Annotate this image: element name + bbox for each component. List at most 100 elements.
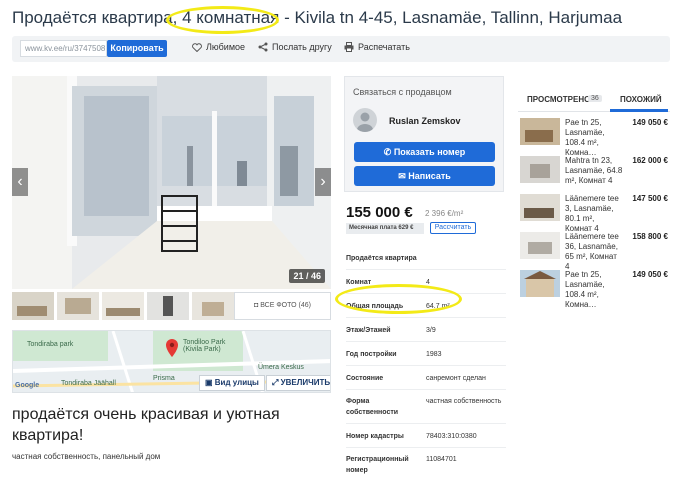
listing-text: Pae tn 25, Lasnamäe, 108.4 m², Комна…: [565, 270, 605, 309]
list-item[interactable]: Läänemere tee 3, Lasnamäe, 80.1 m², Комн…: [520, 194, 670, 233]
tab-viewed[interactable]: ПРОСМОТРЕНО: [527, 95, 590, 104]
listing-thumbnail: [520, 194, 560, 221]
url-field[interactable]: www.kv.ee/ru/3747508: [20, 40, 107, 57]
listing-price: 158 800 €: [632, 232, 668, 241]
street-view-icon: ▣: [205, 378, 215, 387]
price: 155 000 €: [346, 204, 413, 221]
tab-viewed-count: 36: [588, 95, 602, 102]
map-label: Tondiraba Jäähall: [61, 380, 116, 387]
show-number-button[interactable]: ✆ Показать номер: [354, 142, 495, 162]
title-part-1: Продаётся квартира,: [12, 8, 178, 27]
table-row: Состояние санремонт сделан: [346, 366, 506, 390]
copy-button[interactable]: Копировать: [107, 40, 167, 57]
detail-key: Год постройки: [346, 351, 397, 358]
listing-price: 149 050 €: [632, 270, 668, 279]
detail-value: 11084701: [426, 456, 457, 463]
map-label: Prisma: [153, 375, 175, 382]
table-row: Номер кадастры 78403:310:0380: [346, 424, 506, 448]
mail-icon: ✉: [398, 171, 409, 181]
zoom-icon: ⤢: [272, 378, 281, 387]
detail-value: санремонт сделан: [426, 375, 486, 382]
detail-key: Номер кадастры: [346, 433, 404, 440]
listing-thumbnail: [520, 270, 560, 297]
toolbar: www.kv.ee/ru/3747508 Копировать Любимое …: [12, 36, 670, 62]
all-photos-button[interactable]: ◘ ВСЕ ФОТО (46): [234, 292, 331, 320]
list-item[interactable]: Läänemere tee 36, Lasnamäe, 65 m², Комна…: [520, 232, 670, 271]
chevron-right-icon: ›: [320, 173, 326, 190]
detail-key: Состояние: [346, 375, 384, 382]
user-icon: [357, 112, 373, 132]
list-item[interactable]: Mahtra tn 23, Lasnamäe, 64.8 m², Комнат …: [520, 156, 670, 192]
thumbnail[interactable]: [12, 292, 54, 320]
listing-price: 162 000 €: [632, 156, 668, 165]
write-button[interactable]: ✉ Написать: [354, 166, 495, 186]
detail-key: Регистрационный номер: [346, 456, 409, 474]
all-photos-label: ВСЕ ФОТО: [260, 302, 297, 309]
write-label: Написать: [408, 171, 451, 181]
table-row: Этаж/Этажей 3/9: [346, 318, 506, 342]
send-label: Послать другу: [272, 42, 332, 52]
price-per-m2: 2 396 €/m²: [425, 209, 464, 218]
table-row: Форма собственности частная собственность: [346, 390, 506, 424]
sidebar-tabs: ПРОСМОТРЕНО 36 ПОХОЖИЙ: [518, 88, 670, 112]
thumbnail[interactable]: [57, 292, 99, 320]
description-heading: продаётся очень красивая и уютная кварти…: [12, 406, 280, 444]
detail-key: Форма собственности: [346, 398, 399, 416]
street-view-button[interactable]: ▣ Вид улицы: [199, 375, 265, 391]
listing-text: Läänemere tee 3, Lasnamäe, 80.1 m², Комн…: [565, 194, 619, 233]
calculate-button[interactable]: Рассчитать: [430, 222, 476, 234]
title-address: - Kivila tn 4-45, Lasnamäe, Tallinn, Har…: [284, 8, 623, 27]
highlight-circle-area: [335, 284, 462, 314]
avatar: [353, 108, 377, 132]
listing-thumbnail: [520, 232, 560, 259]
detail-value: 78403:310:0380: [426, 433, 477, 440]
send-to-friend-button[interactable]: Послать другу: [258, 42, 332, 52]
monthly-payment: Месячная плата 629 €: [346, 223, 424, 234]
listing-text: Pae tn 25, Lasnamäe, 108.4 m², Комна…: [565, 118, 605, 157]
thumbnail-image: [192, 292, 234, 320]
detail-key: Этаж/Этажей: [346, 327, 391, 334]
map-label: Ümera Keskus: [258, 364, 304, 371]
detail-value: 1983: [426, 351, 442, 358]
thumbnail[interactable]: [147, 292, 189, 320]
printer-icon: [344, 42, 354, 52]
thumbnail-image: [57, 292, 99, 320]
listing-text: Läänemere tee 36, Lasnamäe, 65 m², Комна…: [565, 232, 619, 271]
thumbnail[interactable]: [192, 292, 234, 320]
active-tab-indicator: [610, 109, 668, 112]
thumbnail[interactable]: [102, 292, 144, 320]
heart-icon: [192, 43, 202, 53]
location-map[interactable]: Tondiraba park Tondiloo Park (Kivila Par…: [12, 330, 331, 393]
next-photo-button[interactable]: ›: [315, 168, 331, 196]
description-subtitle: частная собственность, панельный дом: [12, 452, 161, 461]
share-icon: [258, 42, 268, 52]
list-item[interactable]: Pae tn 25, Lasnamäe, 108.4 m², Комна… 14…: [520, 270, 670, 309]
favorite-button[interactable]: Любимое: [192, 42, 245, 53]
thumbnail-image: [102, 292, 144, 320]
chevron-left-icon: ‹: [17, 173, 23, 190]
tab-similar[interactable]: ПОХОЖИЙ: [620, 95, 662, 104]
map-label: Tondiraba park: [27, 341, 74, 348]
map-pin-icon: [166, 339, 178, 362]
main-photo[interactable]: ‹ › 21 / 46: [12, 76, 331, 289]
photo-counter: 21 / 46: [289, 269, 325, 283]
listing-thumbnail: [520, 156, 560, 183]
show-number-label: Показать номер: [393, 147, 466, 157]
detail-value: 3/9: [426, 327, 436, 334]
street-view-label: Вид улицы: [214, 378, 259, 387]
table-row: Продаётся квартира: [346, 248, 506, 270]
listing-text: Mahtra tn 23, Lasnamäe, 64.8 m², Комнат …: [565, 156, 623, 185]
detail-value: частная собственность: [426, 398, 502, 405]
prev-photo-button[interactable]: ‹: [12, 168, 28, 196]
seller-name: Ruslan Zemskov: [389, 116, 461, 126]
thumbnail-image: [12, 292, 54, 320]
zoom-map-button[interactable]: ⤢ УВЕЛИЧИТЬ: [266, 375, 330, 391]
map-label: Tondiloo Park (Kivila Park): [183, 339, 226, 353]
print-button[interactable]: Распечатать: [344, 42, 410, 52]
phone-icon: ✆: [383, 147, 394, 157]
camera-icon: ◘: [254, 302, 259, 309]
detail-key: Продаётся квартира: [346, 255, 417, 262]
listing-price: 147 500 €: [632, 194, 668, 203]
table-row: Год постройки 1983: [346, 342, 506, 366]
list-item[interactable]: Pae tn 25, Lasnamäe, 108.4 m², Комна… 14…: [520, 118, 670, 157]
